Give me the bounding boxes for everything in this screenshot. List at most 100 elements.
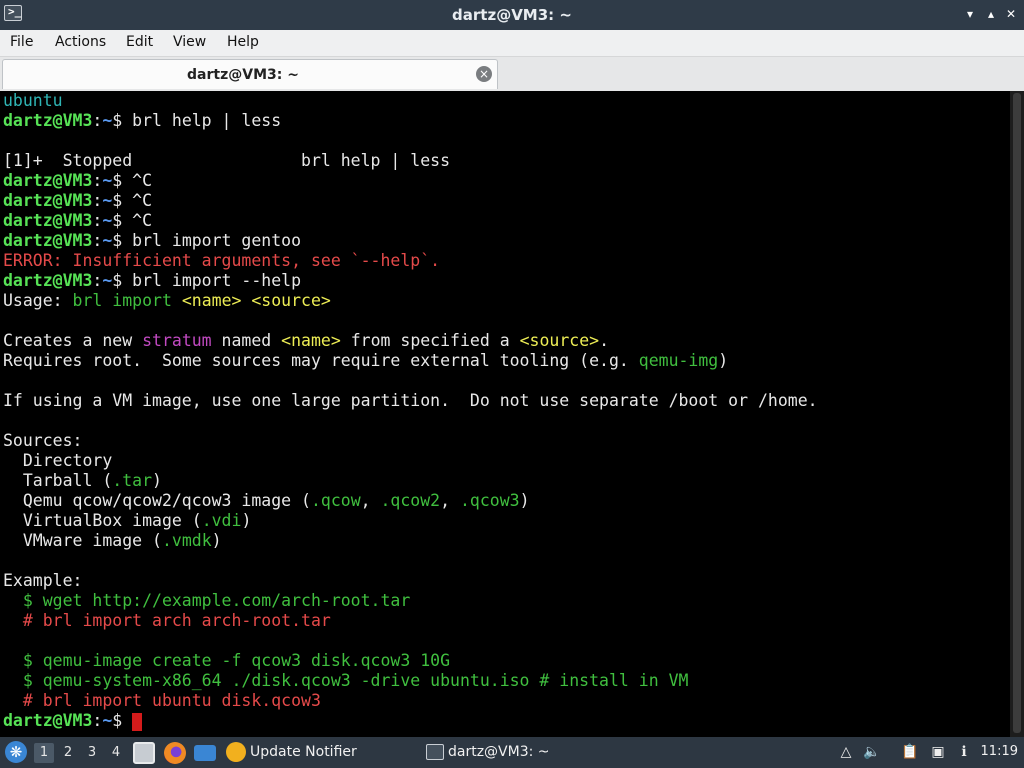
start-menu-icon[interactable]: ❋	[5, 741, 27, 763]
menu-bar: File Actions Edit View Help	[0, 30, 1024, 57]
terminal-text: <source>	[519, 331, 600, 350]
terminal-line: Requires root. Some sources may require …	[3, 351, 728, 371]
terminal-text: .qcow2	[380, 491, 441, 510]
terminal-text: ~	[102, 711, 113, 730]
terminal-text: Directory	[3, 451, 113, 470]
show-desktop-icon[interactable]	[194, 745, 216, 761]
tab-bar: dartz@VM3: ~ ×	[0, 57, 1024, 91]
menu-view[interactable]: View	[173, 34, 206, 50]
terminal-text: )	[211, 531, 222, 550]
terminal-output[interactable]: ubuntu dartz@VM3:~$ brl help | less [1]+ S…	[0, 91, 1010, 737]
terminal-line: dartz@VM3:~$ brl import --help	[3, 271, 301, 291]
terminal-line: Example:	[3, 571, 82, 591]
terminal-text: dartz@VM3	[3, 271, 93, 290]
terminal-text: # brl import ubuntu disk.qcow3	[3, 691, 321, 710]
workspace-3[interactable]: 3	[82, 743, 102, 763]
terminal-line: $ qemu-image create -f qcow3 disk.qcow3 …	[3, 651, 450, 671]
terminal-text: Qemu qcow/qcow2/qcow3 image (	[3, 491, 311, 510]
terminal-text: $ ^C	[112, 171, 153, 190]
file-manager-icon[interactable]	[133, 742, 155, 764]
terminal-line: dartz@VM3:~$ brl import gentoo	[3, 231, 301, 251]
menu-actions[interactable]: Actions	[55, 34, 106, 50]
maximize-icon[interactable]: ▴	[983, 6, 999, 22]
terminal-text: # brl import arch arch-root.tar	[3, 611, 331, 630]
menu-edit[interactable]: Edit	[126, 34, 153, 50]
terminal-text: ~	[102, 211, 113, 230]
workspace-1[interactable]: 1	[34, 743, 54, 763]
task-terminal[interactable]: dartz@VM3: ~	[426, 739, 550, 766]
task-update-notifier-label: Update Notifier	[250, 744, 357, 760]
terminal-task-icon	[426, 744, 444, 760]
menu-file[interactable]: File	[10, 34, 33, 50]
terminal-line: ubuntu	[3, 91, 63, 111]
terminal-line: Usage: brl import <name> <source>	[3, 291, 331, 311]
terminal-line: # brl import arch arch-root.tar	[3, 611, 331, 631]
task-update-notifier[interactable]: Update Notifier	[226, 739, 357, 766]
terminal-text: If using a VM image, use one large parti…	[3, 391, 818, 410]
terminal-text: dartz@VM3	[3, 191, 93, 210]
terminal-text: ~	[102, 271, 113, 290]
terminal-text: VirtualBox image (	[3, 511, 202, 530]
terminal-text: .vmdk	[161, 531, 212, 550]
terminal-text: dartz@VM3	[3, 211, 93, 230]
terminal-text: dartz@VM3	[3, 231, 93, 250]
terminal-text: qemu-img	[638, 351, 719, 370]
terminal-text: <source>	[251, 291, 331, 310]
clock[interactable]: 11:19	[981, 744, 1018, 759]
terminal-scrollbar[interactable]	[1010, 91, 1024, 737]
terminal-line: VMware image (.vmdk)	[3, 531, 222, 551]
terminal-text: $ brl import gentoo	[112, 231, 302, 250]
network-icon[interactable]: ▣	[928, 743, 948, 761]
terminal-text: )	[718, 351, 729, 370]
terminal-text: Requires root. Some sources may require …	[3, 351, 639, 370]
workspace-2[interactable]: 2	[58, 743, 78, 763]
terminal-line: $ wget http://example.com/arch-root.tar	[3, 591, 410, 611]
window-titlebar[interactable]: >_ dartz@VM3: ~ ▾ ▴ ✕	[0, 0, 1024, 30]
terminal-text: $ qemu-image create -f qcow3 disk.qcow3 …	[3, 651, 451, 670]
terminal-text: :	[92, 271, 103, 290]
terminal-text: dartz@VM3	[3, 111, 93, 130]
terminal-text: ~	[102, 231, 113, 250]
terminal-line: Creates a new stratum named <name> from …	[3, 331, 609, 351]
terminal-cursor	[132, 712, 143, 731]
terminal-line: dartz@VM3:~$ ^C	[3, 211, 152, 231]
minimize-icon[interactable]: ▾	[962, 6, 978, 22]
window-title: dartz@VM3: ~	[452, 6, 572, 24]
terminal-text: stratum	[142, 331, 212, 350]
terminal-text: :	[92, 171, 103, 190]
task-terminal-label: dartz@VM3: ~	[448, 744, 550, 760]
terminal-text: from specified a	[340, 331, 520, 350]
terminal-text: )	[519, 491, 530, 510]
terminal-line: ERROR: Insufficient arguments, see `--he…	[3, 251, 440, 271]
terminal-text: dartz@VM3	[3, 711, 93, 730]
tab-close-icon[interactable]: ×	[476, 66, 492, 82]
notifications-icon[interactable]: ℹ	[954, 743, 974, 761]
update-notifier-icon	[226, 742, 246, 762]
tab-terminal[interactable]: dartz@VM3: ~ ×	[2, 59, 498, 89]
taskbar: ❋ 1 2 3 4 Update Notifier dartz@VM3: ~ △…	[0, 737, 1024, 768]
terminal-text: .qcow3	[459, 491, 520, 510]
terminal-line: Qemu qcow/qcow2/qcow3 image (.qcow, .qco…	[3, 491, 530, 511]
clipboard-icon[interactable]: 📋	[900, 743, 920, 761]
terminal-text: :	[92, 711, 103, 730]
tab-label: dartz@VM3: ~	[187, 67, 299, 83]
terminal-line: dartz@VM3:~$ brl help | less	[3, 111, 281, 131]
tray-system-icon[interactable]: △	[836, 743, 856, 761]
scrollbar-thumb[interactable]	[1013, 93, 1021, 733]
terminal-text: )	[241, 511, 252, 530]
terminal-line: [1]+ Stopped brl help | less	[3, 151, 450, 171]
workspace-4[interactable]: 4	[106, 743, 126, 763]
terminal-text: <name>	[181, 291, 242, 310]
firefox-icon[interactable]	[164, 742, 186, 764]
terminal-text: :	[92, 191, 103, 210]
terminal-text: dartz@VM3	[3, 171, 93, 190]
terminal-line: # brl import ubuntu disk.qcow3	[3, 691, 321, 711]
terminal-line: $ qemu-system-x86_64 ./disk.qcow3 -drive…	[3, 671, 689, 691]
volume-icon[interactable]: 🔈	[862, 743, 882, 761]
terminal-text: $ qemu-system-x86_64 ./disk.qcow3 -drive…	[3, 671, 689, 690]
terminal-text: $ brl help | less	[112, 111, 282, 130]
menu-help[interactable]: Help	[227, 34, 259, 50]
close-icon[interactable]: ✕	[1003, 6, 1019, 22]
terminal-text: ~	[102, 171, 113, 190]
